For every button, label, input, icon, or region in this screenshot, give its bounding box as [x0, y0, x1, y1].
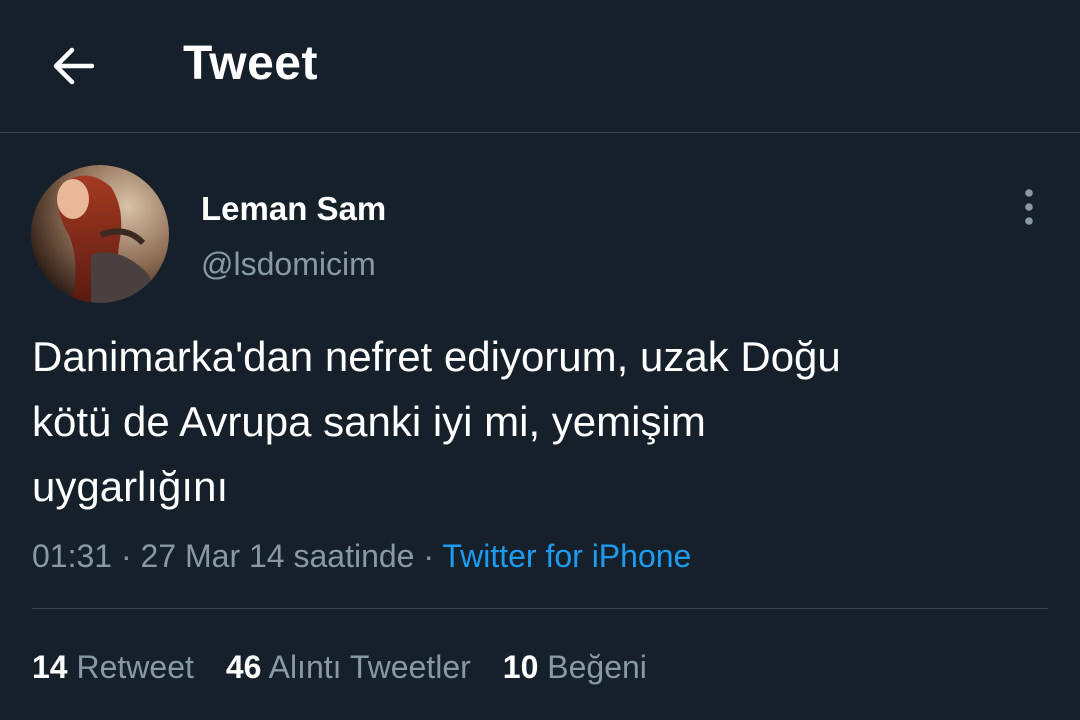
retweet-count: 14: [32, 649, 68, 685]
retweets-stat[interactable]: 14 Retweet: [32, 646, 194, 688]
arrow-left-icon: [53, 47, 94, 85]
likes-stat[interactable]: 10 Beğeni: [503, 646, 647, 688]
divider: [32, 608, 1048, 609]
meta-separator: ·: [423, 538, 435, 574]
meta-separator: ·: [120, 538, 132, 574]
author-handle[interactable]: @lsdomicim: [201, 243, 376, 285]
tweet-text: Danimarka'dan nefret ediyorum, uzak Doğu…: [32, 333, 841, 510]
avatar[interactable]: [31, 165, 169, 303]
back-button[interactable]: [34, 28, 110, 104]
retweet-label: Retweet: [76, 649, 194, 685]
tweet-date[interactable]: 27 Mar 14 saatinde: [141, 538, 415, 574]
author-name[interactable]: Leman Sam: [201, 188, 386, 230]
profile-avatar: [31, 165, 169, 303]
top-bar: Tweet: [0, 0, 1080, 133]
quote-count: 46: [225, 649, 262, 685]
like-label: Beğeni: [547, 649, 647, 685]
more-options-button[interactable]: [1004, 182, 1054, 232]
like-count: 10: [502, 649, 539, 685]
tweet-meta: 01:31 · 27 Mar 14 saatinde · Twitter for…: [32, 535, 691, 577]
quote-label: Alıntı Tweetler: [268, 649, 471, 685]
quotes-stat[interactable]: 46 Alıntı Tweetler: [226, 646, 471, 688]
tweet-source-link[interactable]: Twitter for iPhone: [442, 538, 691, 574]
tweet-time[interactable]: 01:31: [32, 538, 112, 574]
tweet-stats: 14 Retweet 46 Alıntı Tweetler 10 Beğeni: [32, 646, 679, 688]
page-title: Tweet: [183, 37, 318, 90]
more-vertical-icon: [1025, 189, 1033, 225]
